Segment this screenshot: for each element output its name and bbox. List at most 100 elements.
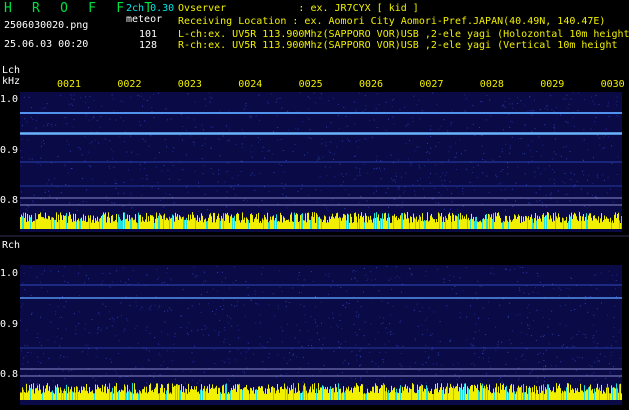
rch-amplitude-bar (124, 384, 125, 400)
lch-noise-dot (587, 179, 588, 181)
lch-amplitude-bar (238, 213, 239, 229)
lch-noise-dot (168, 178, 170, 180)
lch-noise-dot (89, 96, 91, 98)
rch-amplitude-bar (594, 388, 595, 400)
rch-amplitude-bar (483, 388, 484, 400)
lch-noise-dot (481, 203, 483, 205)
lch-amplitude-bar (284, 217, 285, 229)
rch-noise-dot (206, 291, 208, 293)
rch-noise-dot (563, 344, 564, 346)
lch-amplitude-bar (231, 214, 232, 229)
lch-amplitude-bar (460, 212, 461, 229)
lch-noise-dot (333, 97, 335, 99)
lch-amplitude-bar (481, 222, 482, 229)
lch-amplitude-bar (96, 220, 97, 229)
rch-noise-dot (565, 304, 566, 306)
lch-noise-dot (109, 140, 111, 142)
lch-noise-dot (565, 145, 567, 147)
lch-amplitude-bar (214, 212, 215, 229)
rch-noise-dot (204, 325, 206, 327)
rch-amplitude-bar (304, 383, 305, 400)
lch-noise-dot (316, 159, 318, 161)
rch-amplitude-bar (478, 390, 479, 400)
rch-noise-dot (105, 305, 107, 307)
lch-amplitude-bar (206, 221, 207, 229)
lch-amplitude-bar (110, 222, 111, 229)
lch-noise-dot (114, 179, 116, 181)
rch-amplitude-bar (436, 388, 437, 400)
lch-noise-dot (560, 155, 562, 157)
lch-noise-dot (582, 170, 583, 172)
lch-amplitude-bar (162, 219, 163, 229)
rch-noise-dot (340, 343, 342, 345)
rch-amplitude-bar (214, 388, 215, 400)
rch-noise-dot (22, 363, 24, 365)
rch-noise-dot (23, 357, 25, 359)
rch-noise-dot (65, 328, 67, 330)
rch-noise-dot (298, 274, 300, 276)
rch-noise-dot (97, 328, 99, 330)
lch-noise-dot (65, 184, 67, 185)
lch-noise-dot (569, 151, 571, 153)
rch-noise-dot (527, 317, 529, 318)
rch-amplitude-bar (470, 386, 471, 400)
rch-amplitude-bar (232, 389, 233, 400)
lch-amplitude-bar (263, 220, 264, 229)
lch-amplitude-bar (296, 213, 297, 229)
rch-noise-dot (194, 276, 196, 278)
rch-amplitude-bar (501, 389, 502, 400)
rch-noise-dot (170, 309, 172, 311)
lch-amplitude-bar (410, 216, 411, 229)
rch-noise-dot (584, 334, 586, 336)
rch-amplitude-bar (322, 385, 323, 400)
lch-noise-dot (333, 158, 334, 160)
lch-amplitude-bar (405, 214, 406, 229)
rch-amplitude-bar (266, 394, 267, 400)
rch-noise-dot (302, 356, 304, 358)
lch-noise-dot (527, 198, 529, 200)
rch-amplitude-bar (455, 386, 456, 400)
lch-noise-dot (449, 146, 451, 148)
rch-noise-dot (121, 315, 122, 317)
lch-amplitude-bar (108, 212, 109, 229)
rch-noise-dot (596, 357, 598, 359)
lch-amplitude-bar (352, 222, 353, 229)
lch-amplitude-bar (476, 216, 477, 229)
lch-amplitude-bar (57, 222, 58, 229)
lch-noise-dot (405, 172, 407, 174)
lch-noise-dot (563, 146, 564, 148)
lch-amplitude-bar (527, 218, 528, 229)
rch-amplitude-bar (113, 393, 114, 400)
lch-amplitude-bar (142, 216, 143, 229)
lch-noise-dot (204, 193, 206, 195)
rch-amplitude-bar (181, 384, 182, 400)
rch-noise-dot (612, 335, 614, 337)
rch-noise-dot (55, 313, 57, 315)
rch-amplitude-bar (57, 384, 58, 400)
lch-amplitude-bar (273, 215, 274, 229)
rch-amplitude-bar (161, 384, 162, 400)
rch-amplitude-bar (246, 384, 247, 400)
lch-amplitude-bar (604, 215, 605, 229)
lch-amplitude-bar (293, 221, 294, 229)
rch-noise-dot (395, 266, 397, 268)
lch-noise-dot (115, 187, 117, 189)
lch-noise-dot (509, 152, 511, 154)
lch-noise-dot (212, 126, 214, 128)
rch-noise-dot (453, 276, 455, 277)
rch-noise-dot (74, 313, 75, 315)
rch-noise-dot (439, 321, 441, 323)
lch-amplitude-bar (365, 213, 366, 229)
rch-noise-dot (315, 306, 317, 308)
rch-noise-dot (146, 326, 148, 328)
lch-amplitude-bar (131, 217, 132, 229)
lch-amplitude-bar (369, 219, 370, 229)
lch-noise-dot (194, 101, 196, 103)
lch-noise-dot (187, 117, 189, 119)
rch-noise-dot (610, 344, 612, 346)
rch-amplitude-bar (158, 393, 159, 400)
rch-noise-dot (244, 316, 246, 318)
rch-noise-dot (509, 302, 511, 304)
rch-amplitude-bar (317, 393, 318, 400)
rch-amplitude-bar (250, 387, 251, 400)
